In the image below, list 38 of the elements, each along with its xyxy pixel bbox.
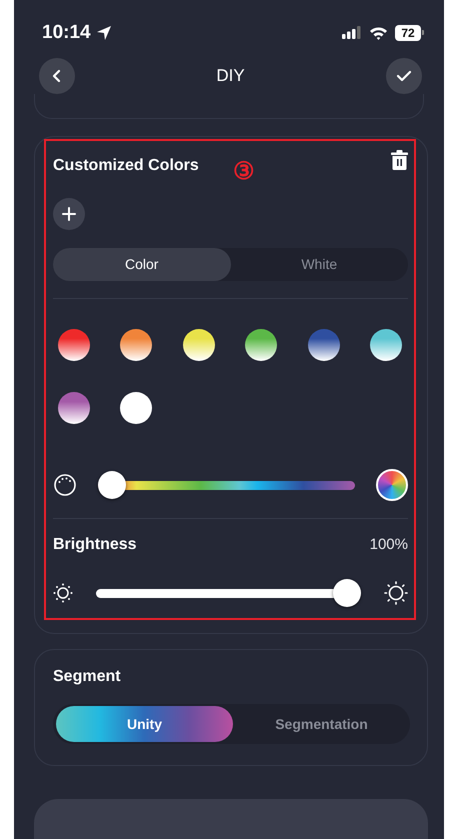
color-swatch[interactable]	[245, 328, 278, 361]
color-swatch[interactable]	[120, 392, 152, 424]
battery-icon: 72	[395, 24, 424, 41]
mode-tab[interactable]: Color	[53, 248, 230, 281]
section-title: Segment	[53, 668, 122, 686]
color-swatch[interactable]	[370, 328, 402, 361]
back-button[interactable]	[39, 58, 75, 94]
annotation-number: ③	[233, 160, 255, 184]
chevron-left-icon	[51, 68, 63, 83]
palette-icon[interactable]	[53, 472, 77, 497]
dim-sun-icon	[53, 582, 73, 603]
status-time: 10:14	[42, 22, 91, 44]
confirm-button[interactable]	[386, 58, 422, 94]
slider-thumb[interactable]	[333, 578, 361, 607]
page-title: DIY	[216, 66, 245, 86]
slider-thumb[interactable]	[98, 470, 126, 499]
bright-sun-icon	[384, 580, 408, 605]
trash-icon[interactable]	[391, 150, 408, 170]
brightness-slider[interactable]	[96, 578, 361, 607]
section-title: Customized Colors	[53, 156, 199, 175]
mode-tab[interactable]: White	[230, 248, 408, 281]
brightness-value: 100%	[370, 536, 408, 554]
plus-icon	[62, 206, 76, 221]
checkmark-icon	[396, 68, 412, 83]
color-swatch[interactable]	[58, 328, 90, 361]
segment-option[interactable]: Unity	[56, 706, 233, 742]
color-swatch[interactable]	[58, 392, 90, 424]
color-wheel-button[interactable]	[376, 468, 408, 501]
hue-slider[interactable]	[98, 470, 355, 499]
location-arrow-icon	[96, 24, 112, 41]
add-button[interactable]	[53, 198, 85, 230]
wifi-icon	[369, 26, 388, 40]
segment-option[interactable]: Segmentation	[233, 706, 410, 742]
color-swatch[interactable]	[308, 328, 340, 361]
color-swatch[interactable]	[182, 328, 215, 361]
color-swatch[interactable]	[120, 328, 152, 361]
signal-icon	[342, 26, 362, 40]
brightness-label: Brightness	[53, 536, 137, 554]
